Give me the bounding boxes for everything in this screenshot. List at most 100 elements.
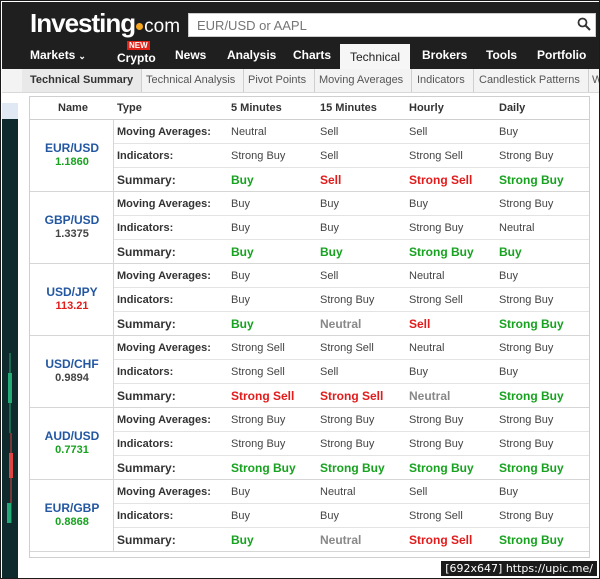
nav-crypto[interactable]: NEW Crypto [117,41,157,69]
pair-name-link[interactable]: AUD/USD [30,429,114,443]
subnav-indicators[interactable]: Indicators [409,69,474,92]
search-icon[interactable] [577,17,591,31]
nav-brokers[interactable]: Brokers [422,44,467,69]
indicators-row: Indicators: Buy Strong Buy Strong Sell Stron… [114,288,589,312]
row-type-label: Indicators: [117,150,174,162]
pair-cell: EUR/GBP 0.8868 [30,480,114,551]
pair-price: 0.9894 [55,372,89,384]
signal-cell: Sell [320,270,339,282]
signal-cell: Strong Sell [320,389,384,403]
indicators-row: Indicators: Strong Buy Sell Strong Sell Stro… [114,144,589,168]
row-type-label: Indicators: [117,438,174,450]
signal-cell: Buy [320,245,343,259]
signal-cell: Buy [231,317,254,331]
watermark: [692x647] https://upic.me/ [441,561,597,576]
signal-cell: Sell [320,366,339,378]
signal-cell: Strong Buy [499,414,554,426]
signal-cell: Strong Buy [320,438,375,450]
search-input[interactable] [189,14,569,36]
summary-row: Summary: Strong Buy Strong Buy Strong Buy St… [114,456,589,480]
signal-cell: Strong Buy [499,438,554,450]
nav-tools[interactable]: Tools [486,44,517,69]
table-header: Name Type 5 Minutes 15 Minutes Hourly Da… [30,97,589,120]
row-type-label: Indicators: [117,222,174,234]
signal-cell: Strong Buy [320,414,375,426]
pair-name-link[interactable]: EUR/GBP [30,501,114,515]
signal-cell: Strong Buy [499,198,554,210]
row-type-label: Summary: [117,389,176,403]
subnav-candlestick-patterns[interactable]: Candlestick Patterns [471,69,589,92]
signal-cell: Buy [231,222,250,234]
signal-cell: Strong Buy [409,438,464,450]
signal-cell: Strong Buy [499,389,564,403]
pair-group: USD/JPY 113.21 Moving Averages: Buy Sell Neut… [30,264,589,336]
row-type-label: Summary: [117,461,176,475]
pair-group: GBP/USD 1.3375 Moving Averages: Buy Buy Buy St… [30,192,589,264]
signal-cell: Strong Buy [231,461,296,475]
signal-cell: Strong Sell [409,173,473,187]
signal-cell: Strong Buy [231,438,286,450]
signal-cell: Buy [231,198,250,210]
nav-analysis[interactable]: Analysis [227,44,276,69]
signal-cell: Neutral [320,486,356,498]
signal-cell: Buy [409,198,428,210]
summary-row: Summary: Strong Sell Strong Sell Neutral Str… [114,384,589,408]
signal-cell: Buy [231,510,250,522]
signal-cell: Neutral [409,342,445,354]
subnav-moving-averages[interactable]: Moving Averages [311,69,413,92]
pair-price: 113.21 [55,300,89,312]
signal-cell: Strong Buy [231,150,286,162]
signal-cell: Strong Buy [499,510,554,522]
signal-cell: Buy [499,270,518,282]
row-type-label: Moving Averages: [117,198,211,210]
nav-technical[interactable]: Technical [340,44,410,69]
nav-charts[interactable]: Charts [293,44,331,69]
signal-cell: Neutral [320,533,362,547]
nav-markets[interactable]: Markets ⌄ [30,44,86,69]
pair-name-link[interactable]: GBP/USD [30,213,114,227]
subnav-more[interactable]: W [584,69,599,92]
row-type-label: Summary: [117,173,176,187]
signal-cell: Neutral [499,222,535,234]
page-frame: Investingcom Markets⌄ NEWCrypto News Ana… [0,0,600,579]
nav-portfolio[interactable]: Portfolio [537,44,586,69]
pair-name-link[interactable]: USD/CHF [30,357,114,371]
signal-cell: Strong Buy [499,173,564,187]
site-logo[interactable]: Investing com [30,8,180,39]
row-type-label: Moving Averages: [117,126,211,138]
pair-name-link[interactable]: EUR/USD [30,141,114,155]
moving-averages-row: Moving Averages: Strong Sell Strong Sell Ne… [114,336,589,360]
header-15min: 15 Minutes [320,102,377,114]
candle-chart-fragment [2,103,18,523]
signal-cell: Strong Buy [409,222,464,234]
signal-cell: Neutral [409,389,451,403]
pair-group: USD/CHF 0.9894 Moving Averages: Strong Sell… [30,336,589,408]
signal-cell: Sell [409,317,431,331]
header-hourly: Hourly [409,102,444,114]
subnav-technical-summary[interactable]: Technical Summary [22,69,143,92]
signal-cell: Buy [499,366,518,378]
signal-cell: Buy [231,486,250,498]
subnav-pivot-points[interactable]: Pivot Points [240,69,316,92]
pair-name-link[interactable]: USD/JPY [30,285,114,299]
pair-cell: EUR/USD 1.1860 [30,120,114,191]
signal-cell: Sell [320,173,342,187]
summary-row: Summary: Buy Neutral Sell Strong Buy [114,312,589,336]
signal-cell: Strong Sell [409,510,463,522]
subnav-technical-analysis[interactable]: Technical Analysis [138,69,245,92]
pair-price: 1.1860 [55,156,89,168]
signal-cell: Buy [231,173,254,187]
top-bar: Investing com [2,2,599,44]
main-nav: Markets ⌄ NEW Crypto News Analysis Charts … [2,41,599,69]
indicators-row: Indicators: Strong Sell Sell Buy Buy [114,360,589,384]
chevron-down-icon: ⌄ [78,51,86,61]
moving-averages-row: Moving Averages: Neutral Sell Sell Buy [114,120,589,144]
nav-news[interactable]: News [175,44,206,69]
signal-cell: Strong Buy [499,461,564,475]
signal-cell: Buy [231,245,254,259]
search-box[interactable] [188,13,596,37]
signal-cell: Sell [409,486,428,498]
pair-group: EUR/GBP 0.8868 Moving Averages: Buy Neutral S… [30,480,589,552]
moving-averages-row: Moving Averages: Buy Sell Neutral Buy [114,264,589,288]
signal-cell: Strong Sell [231,366,285,378]
